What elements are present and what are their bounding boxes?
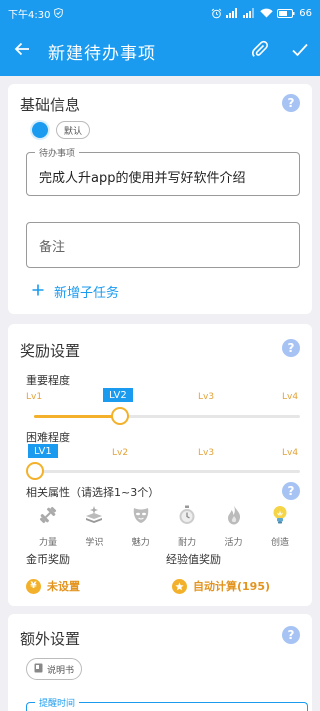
app-bar: 新建待办事项 [0, 26, 320, 76]
attribute-label: 力量 [38, 538, 57, 548]
attribute-vitality[interactable]: 活力 [214, 504, 254, 548]
attribute-creativity[interactable]: 创造 [260, 504, 300, 548]
note-field-placeholder: 备注 [39, 240, 66, 255]
reminder-time-field[interactable]: 提醒时间 [26, 696, 308, 711]
signal-icon [226, 8, 239, 18]
plus-icon [32, 284, 44, 300]
gold-reward-button[interactable]: ¥ 未设置 [26, 578, 80, 594]
document-icon [34, 663, 43, 676]
status-time: 下午4:30 [8, 9, 51, 21]
attribute-strength[interactable]: 力量 [28, 504, 68, 548]
add-subtask-label: 新增子任务 [54, 286, 120, 301]
attribute-label: 活力 [224, 538, 243, 548]
exp-reward-label: 经验值奖励 [166, 553, 221, 566]
attribute-charm[interactable]: 魅力 [121, 504, 161, 548]
todo-field-value: 完成人升app的使用并写好软件介绍 [39, 171, 246, 186]
gold-reward-value: 未设置 [47, 580, 80, 593]
attributes-help-button[interactable]: ? [282, 482, 300, 500]
importance-label: 重要程度 [26, 374, 70, 387]
importance-lv3: Lv3 [198, 392, 215, 402]
extra-help-button[interactable]: ? [282, 626, 300, 644]
todo-field-label: 待办事项 [35, 146, 80, 159]
stopwatch-icon [176, 504, 198, 530]
lightbulb-icon [269, 504, 291, 530]
page-title: 新建待办事项 [48, 43, 156, 64]
category-chip-label: 默认 [64, 126, 83, 137]
question-icon: ? [287, 96, 295, 110]
attribute-label: 耐力 [178, 538, 197, 548]
alarm-icon [211, 8, 222, 19]
difficulty-slider-thumb[interactable] [26, 462, 44, 480]
signal-2-icon [243, 8, 256, 18]
exp-reward-value: 自动计算(195) [193, 580, 271, 593]
color-dot-selector[interactable] [32, 122, 48, 138]
note-field[interactable]: 备注 [26, 222, 300, 268]
category-chip[interactable]: 默认 [56, 121, 91, 139]
battery-icon [277, 8, 295, 18]
battery-percent: 66 [299, 7, 312, 19]
importance-slider-fill [34, 415, 120, 418]
basic-info-card: 基础信息 ? 默认 待办事项 完成人升app的使用并写好软件介绍 备注 新增子任… [8, 84, 312, 314]
status-icons: 66 [211, 8, 312, 19]
difficulty-label: 困难程度 [26, 431, 70, 444]
reward-help-button[interactable]: ? [282, 339, 300, 357]
importance-lv4: Lv4 [282, 392, 299, 402]
importance-value-tooltip: LV2 [103, 388, 133, 402]
attribute-label: 魅力 [131, 538, 150, 548]
paperclip-icon [251, 40, 269, 62]
importance-lv1: Lv1 [26, 392, 43, 402]
check-icon [292, 42, 308, 61]
difficulty-value-label: LV1 [34, 445, 52, 457]
flame-icon [223, 504, 245, 530]
status-bar: 下午4:30 66 [0, 0, 320, 26]
question-icon: ? [287, 341, 295, 355]
confirm-button[interactable] [280, 26, 320, 76]
book-icon [83, 504, 105, 530]
difficulty-value-tooltip: LV1 [28, 444, 58, 458]
extra-settings-title: 额外设置 [20, 630, 81, 648]
question-icon: ? [287, 628, 295, 642]
gold-reward-label: 金币奖励 [26, 553, 70, 566]
question-icon: ? [287, 484, 295, 498]
add-subtask-button[interactable]: 新增子任务 [32, 282, 119, 301]
attributes-label: 相关属性（请选择1~3个） [26, 486, 160, 499]
manual-chip[interactable]: 说明书 [26, 658, 83, 680]
importance-value-label: LV2 [109, 389, 127, 401]
attribute-knowledge[interactable]: 学识 [74, 504, 114, 548]
dumbbell-icon [37, 504, 59, 530]
attribute-endurance[interactable]: 耐力 [167, 504, 207, 548]
arrow-left-icon [14, 41, 30, 61]
basic-info-title: 基础信息 [20, 96, 81, 114]
importance-slider[interactable] [34, 415, 300, 418]
back-button[interactable] [0, 26, 44, 76]
mask-icon [130, 504, 152, 530]
difficulty-slider[interactable] [34, 470, 300, 473]
star-icon [172, 578, 187, 594]
attribute-label: 学识 [85, 538, 104, 548]
attach-button[interactable] [240, 26, 280, 76]
app-bar-actions [240, 26, 320, 76]
reminder-time-label: 提醒时间 [35, 696, 80, 709]
difficulty-lv3: Lv3 [198, 448, 215, 458]
extra-settings-card: 额外设置 ? 说明书 提醒时间 [8, 614, 312, 711]
attribute-label: 创造 [270, 538, 289, 548]
attribute-list: 力量 学识 魅力 耐力 活力 创造 [28, 504, 300, 548]
status-time-group: 下午4:30 [8, 6, 64, 21]
manual-chip-label: 说明书 [47, 665, 75, 676]
coin-symbol: ¥ [30, 581, 37, 591]
reward-settings-card: 奖励设置 ? 重要程度 Lv1 Lv3 Lv4 LV2 困难程度 LV1 Lv2… [8, 324, 312, 606]
wifi-icon [260, 8, 273, 18]
todo-field[interactable]: 待办事项 完成人升app的使用并写好软件介绍 [26, 146, 300, 196]
shield-check-icon [54, 8, 64, 18]
reward-settings-title: 奖励设置 [20, 342, 81, 360]
coin-icon: ¥ [26, 578, 41, 594]
exp-reward-button[interactable]: 自动计算(195) [172, 578, 270, 594]
importance-slider-thumb[interactable] [111, 407, 129, 425]
basic-help-button[interactable]: ? [282, 94, 300, 112]
difficulty-lv4: Lv4 [282, 448, 299, 458]
difficulty-lv2: Lv2 [112, 448, 129, 458]
